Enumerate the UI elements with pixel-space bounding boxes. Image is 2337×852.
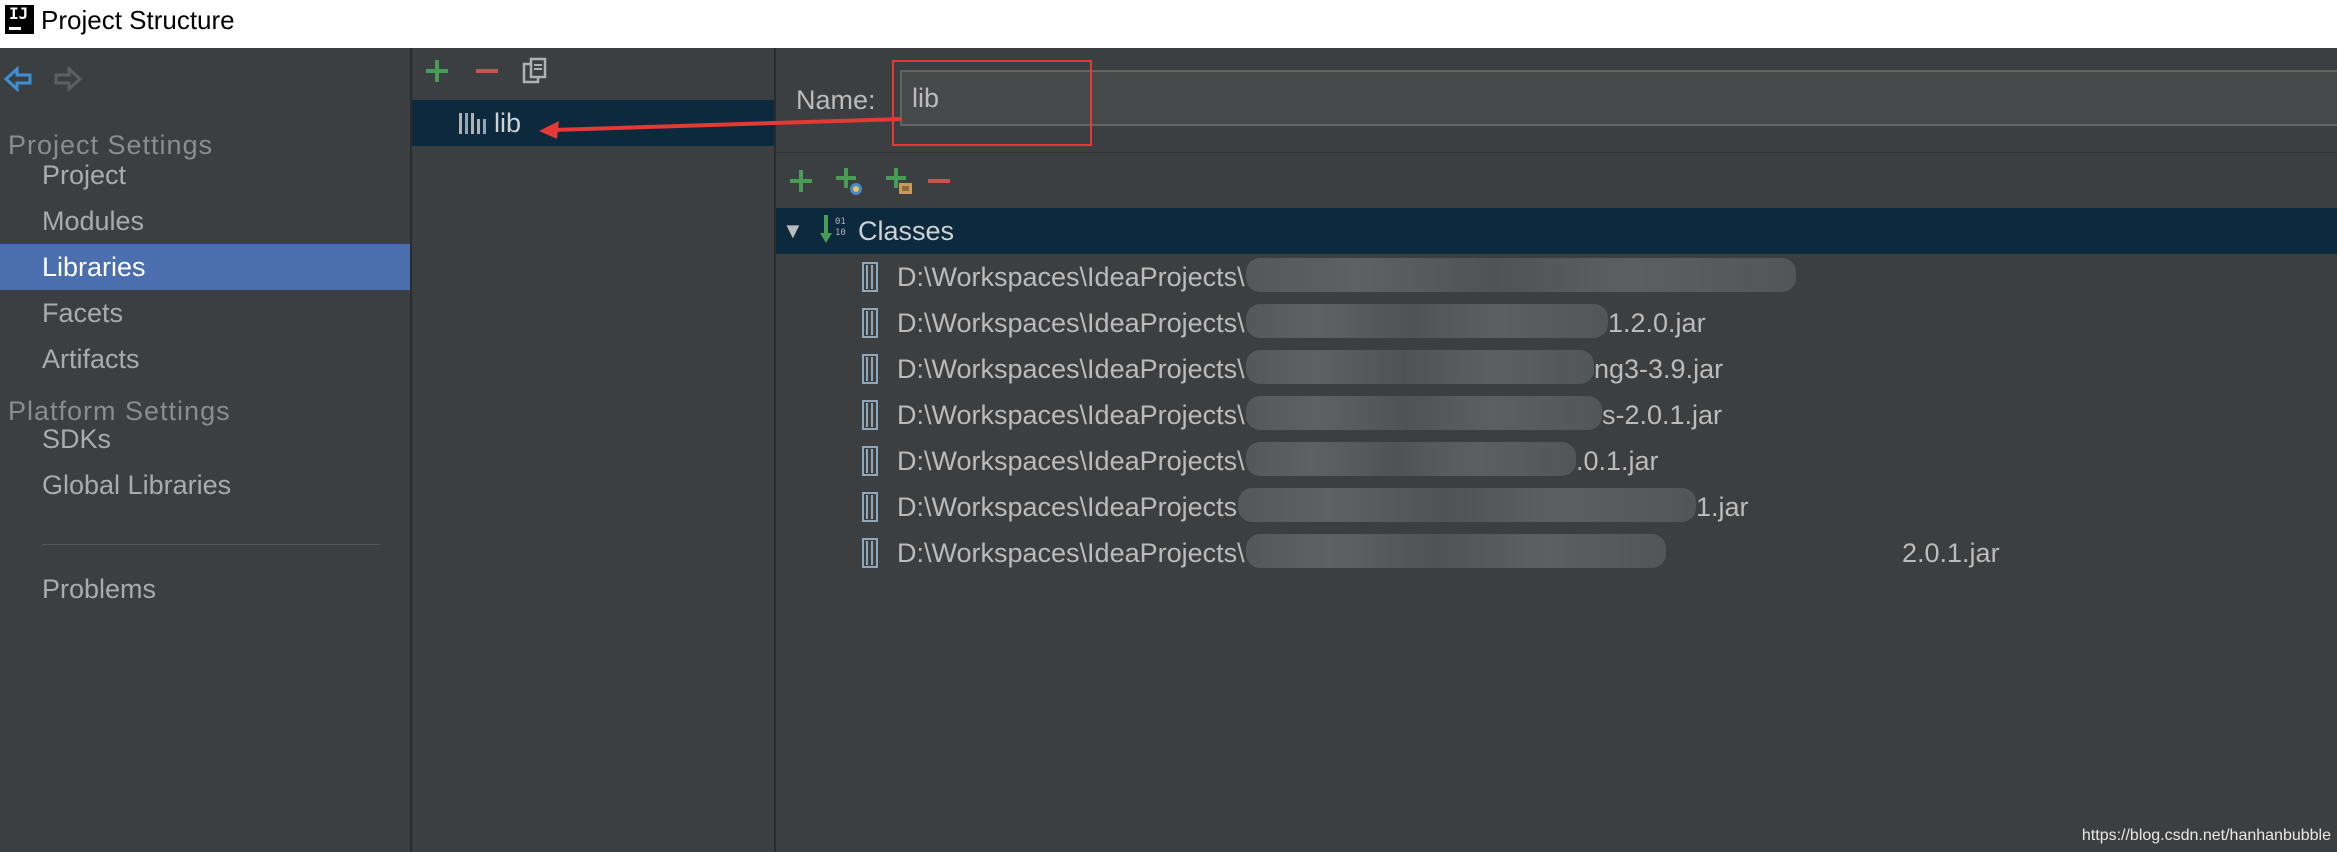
nav-item-modules[interactable]: Modules <box>0 198 410 244</box>
jar-entry[interactable]: D:\Workspaces\IdeaProjects\ 1.2.0.jar <box>776 300 2337 346</box>
redacted-path-mask <box>1238 488 1696 522</box>
annotation-highlight-box <box>892 60 1092 146</box>
jar-file-icon <box>862 492 878 522</box>
nav-divider <box>42 544 380 545</box>
jar-entry[interactable]: D:\Workspaces\IdeaProjects\ <box>776 254 2337 300</box>
jar-path: D:\Workspaces\IdeaProjects\ <box>897 446 1245 476</box>
jar-path: D:\Workspaces\IdeaProjects\ <box>897 538 1245 568</box>
nav-item-facets[interactable]: Facets <box>0 290 410 336</box>
annotation-arrow-icon <box>539 117 902 139</box>
nav-item-artifacts[interactable]: Artifacts <box>0 336 410 382</box>
jar-path: D:\Workspaces\IdeaProjects\ <box>897 354 1245 384</box>
jar-entry[interactable]: D:\Workspaces\IdeaProjects\ ng3-3.9.jar <box>776 346 2337 392</box>
remove-icon[interactable] <box>924 166 954 196</box>
detail-divider <box>776 152 2337 153</box>
jar-file-icon <box>862 354 878 384</box>
classes-label: Classes <box>858 216 955 246</box>
classes-toolbar <box>776 156 1076 206</box>
jar-file-icon <box>862 308 878 338</box>
forward-arrow-icon[interactable] <box>52 66 82 92</box>
jar-path-suffix: .0.1.jar <box>1576 446 1659 476</box>
svg-text:01: 01 <box>835 217 846 227</box>
watermark-text: https://blog.csdn.net/hanhanbubble <box>2081 827 2331 844</box>
library-name-input[interactable]: lib <box>900 70 2337 126</box>
classes-root-icon: 01 10 <box>820 215 846 243</box>
jar-entry[interactable]: D:\Workspaces\IdeaProjects\ s-2.0.1.jar <box>776 392 2337 438</box>
jar-file-icon <box>862 538 878 568</box>
redacted-path-mask <box>1246 396 1602 430</box>
remove-icon[interactable] <box>472 56 502 86</box>
redacted-path-mask <box>1246 534 1666 568</box>
expand-triangle-icon[interactable]: ▼ <box>782 216 804 246</box>
library-list-toolbar <box>412 48 774 98</box>
add-jar-directory-icon[interactable] <box>884 166 914 196</box>
library-detail-panel: Name: lib ▼ 01 10 Classes D:\Workspaces\… <box>776 48 2337 852</box>
redacted-path-mask <box>1246 304 1608 338</box>
classes-tree-node[interactable]: ▼ 01 10 Classes <box>776 208 2337 254</box>
nav-item-project[interactable]: Project <box>0 152 410 198</box>
name-field-label: Name: <box>796 85 876 115</box>
nav-item-global-libraries[interactable]: Global Libraries <box>0 462 410 508</box>
jar-path-suffix: 2.0.1.jar <box>1902 538 2000 568</box>
jar-entry[interactable]: D:\Workspaces\IdeaProjects\ .0.1.jar <box>776 438 2337 484</box>
add-icon[interactable] <box>786 166 816 196</box>
nav-item-problems[interactable]: Problems <box>0 566 410 612</box>
jar-path-suffix: ng3-3.9.jar <box>1594 354 1724 384</box>
intellij-logo-icon: IJ <box>5 5 34 34</box>
window-title: Project Structure <box>41 5 235 35</box>
library-list-panel: lib <box>412 48 776 852</box>
jar-file-icon <box>862 400 878 430</box>
window-titlebar: IJ Project Structure <box>0 0 2337 48</box>
copy-icon[interactable] <box>520 56 550 86</box>
nav-item-libraries[interactable]: Libraries <box>0 244 410 290</box>
svg-text:10: 10 <box>835 228 846 238</box>
jar-path-suffix: 1.jar <box>1696 492 1749 522</box>
jar-path-suffix: 1.2.0.jar <box>1608 308 1706 338</box>
redacted-path-mask <box>1246 350 1594 384</box>
redacted-path-mask <box>1246 258 1796 292</box>
jar-path: D:\Workspaces\IdeaProjects <box>897 492 1238 522</box>
settings-navigation: Project Settings Project Modules Librari… <box>0 48 412 852</box>
jar-path: D:\Workspaces\IdeaProjects\ <box>897 262 1245 292</box>
jar-file-icon <box>862 262 878 292</box>
add-icon[interactable] <box>422 56 452 86</box>
library-name-label: lib <box>494 108 522 138</box>
library-icon <box>459 113 486 134</box>
jar-file-icon <box>862 446 878 476</box>
jar-path: D:\Workspaces\IdeaProjects\ <box>897 400 1245 430</box>
jar-path: D:\Workspaces\IdeaProjects\ <box>897 308 1245 338</box>
nav-history <box>0 58 100 98</box>
back-arrow-icon[interactable] <box>4 66 34 92</box>
nav-item-sdks[interactable]: SDKs <box>0 416 410 462</box>
jar-entry[interactable]: D:\Workspaces\IdeaProjects\ 2.0.1.jar <box>776 530 2337 576</box>
jar-entry[interactable]: D:\Workspaces\IdeaProjects 1.jar <box>776 484 2337 530</box>
add-with-globe-icon[interactable] <box>834 166 864 196</box>
redacted-path-mask <box>1246 442 1576 476</box>
jar-path-suffix: s-2.0.1.jar <box>1602 400 1723 430</box>
